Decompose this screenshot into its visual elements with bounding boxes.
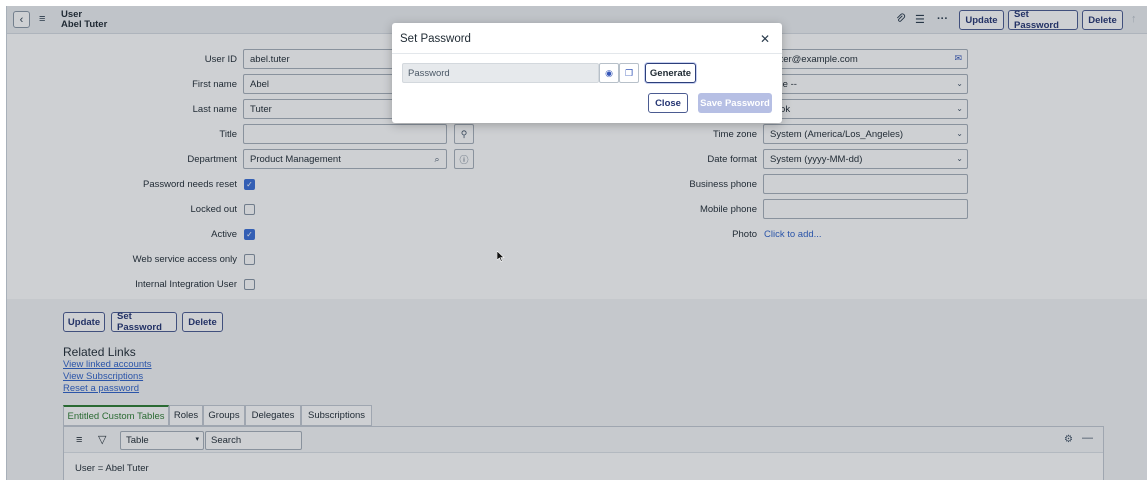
mouse-cursor-icon [496, 250, 505, 265]
copy-icon[interactable]: ❐ [619, 63, 639, 83]
set-password-dialog: Set Password ✕ Password ◉ ❐ Generate Clo… [392, 23, 782, 123]
divider [392, 53, 782, 54]
close-icon[interactable]: ✕ [760, 32, 770, 46]
generate-button[interactable]: Generate [645, 63, 696, 83]
dialog-title: Set Password [400, 33, 471, 45]
close-button[interactable]: Close [648, 93, 688, 113]
show-password-icon[interactable]: ◉ [599, 63, 619, 83]
save-password-button[interactable]: Save Password [698, 93, 772, 113]
password-input[interactable]: Password [402, 63, 599, 83]
